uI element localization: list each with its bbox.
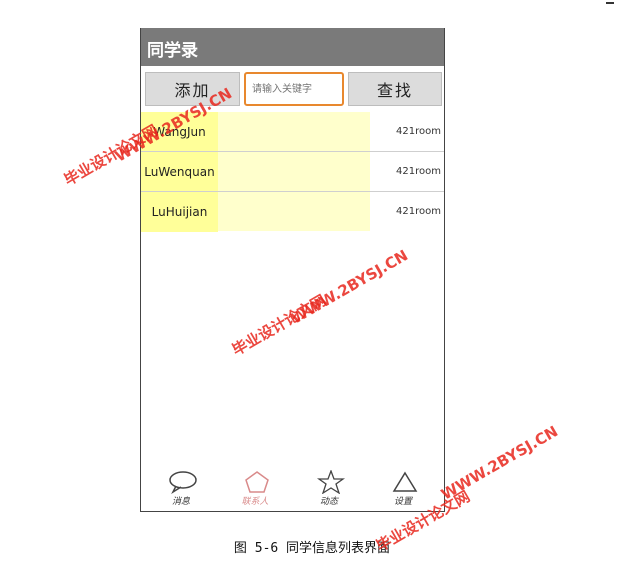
contact-highlight (218, 192, 370, 231)
add-button[interactable]: 添加 (145, 72, 240, 106)
contact-highlight (218, 112, 370, 151)
tab-contacts[interactable]: 联系人 (225, 468, 285, 510)
contact-list: WangJun 421room LuWenquan 421room LuHuij… (141, 112, 444, 232)
list-item[interactable]: LuHuijian 421room (141, 192, 444, 232)
tab-label: 动态 (319, 497, 338, 507)
contact-name: WangJun (141, 112, 218, 151)
list-item[interactable]: WangJun 421room (141, 112, 444, 152)
phone-screen: 同学录 添加 查找 WangJun 421room LuWenquan 421r… (140, 28, 445, 512)
bottom-tab-bar: 消息 联系人 动态 设置 (141, 468, 444, 510)
triangle-icon (392, 471, 418, 492)
tab-label: 消息 (171, 497, 190, 507)
contact-name: LuHuijian (141, 192, 218, 232)
find-button[interactable]: 查找 (348, 72, 442, 106)
contact-room: 421room (396, 126, 441, 137)
star-icon (316, 470, 346, 494)
tab-label: 联系人 (241, 497, 269, 507)
tab-label: 设置 (393, 497, 412, 507)
list-item[interactable]: LuWenquan 421room (141, 152, 444, 192)
toolbar: 添加 查找 (141, 72, 444, 106)
title-bar: 同学录 (141, 28, 444, 66)
tab-settings[interactable]: 设置 (373, 468, 433, 510)
chat-bubble-icon (169, 471, 197, 494)
pentagon-icon (245, 471, 269, 493)
watermark-url: WWW.2BYSJ.CN (438, 422, 562, 504)
search-input[interactable] (244, 72, 344, 106)
figure-caption: 图 5-6 同学信息列表界面 (233, 541, 391, 556)
corner-mark (606, 2, 614, 4)
contact-room: 421room (396, 206, 441, 217)
tab-moments[interactable]: 动态 (299, 468, 359, 510)
app-title: 同学录 (147, 41, 198, 61)
contact-name: LuWenquan (141, 152, 218, 191)
tab-messages[interactable]: 消息 (151, 468, 211, 510)
contact-highlight (218, 152, 370, 191)
contact-room: 421room (396, 166, 441, 177)
